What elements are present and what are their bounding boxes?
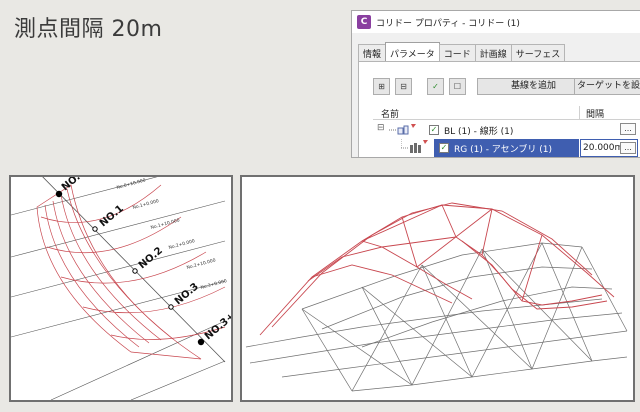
tree-collapse-icon[interactable]: ⊟: [377, 123, 385, 133]
mesh-line: [411, 248, 483, 386]
corridor-edge: [521, 234, 543, 302]
corridor-edge: [307, 246, 473, 300]
tab-surfaces[interactable]: サーフェス: [510, 44, 566, 61]
mesh-line: [301, 242, 583, 310]
corridor-edge: [441, 204, 457, 238]
baseline-checkbox[interactable]: ✓: [429, 125, 439, 135]
collapse-all-button[interactable]: ⊟: [395, 78, 412, 95]
corridor-edge: [311, 264, 453, 304]
tab-feature-lines[interactable]: 計画線: [474, 44, 512, 61]
station-point[interactable]: [132, 268, 138, 274]
uncheck-all-button[interactable]: ☐: [449, 78, 466, 95]
region-more-button[interactable]: ...: [620, 142, 636, 154]
station-point[interactable]: [168, 304, 174, 310]
alignment-line: [130, 360, 226, 400]
button-divider: [574, 79, 575, 94]
mesh-line: [301, 308, 353, 392]
baseline-name: BL (1) - 線形 (1): [444, 127, 514, 137]
corridor-properties-dialog: C コリドー プロパティ - コリドー (1) 情報 パラメータ コード 計画線…: [351, 10, 640, 158]
corridor-wireframe: [259, 202, 615, 336]
mesh-line: [245, 298, 603, 348]
expand-all-button[interactable]: ⊞: [373, 78, 390, 95]
tab-parameters[interactable]: パラメータ: [385, 42, 440, 61]
dialog-title: コリドー プロパティ - コリドー (1): [376, 19, 520, 29]
add-baseline-button[interactable]: 基線を追加 ターゲットを設定: [477, 78, 640, 95]
model-view-panel: [240, 175, 635, 402]
corridor-edge: [455, 236, 603, 306]
grid-header: 名前 間隔: [373, 106, 640, 120]
page-title: 測点間隔 20m: [14, 17, 163, 42]
station-label: NO.0: [60, 177, 88, 193]
checkbox-empty-icon: ☐: [453, 82, 462, 91]
model-view-drawing: [245, 202, 628, 392]
tab-codes[interactable]: コード: [438, 44, 476, 61]
station-label: NO.3: [173, 281, 201, 307]
add-baseline-label: 基線を追加: [511, 81, 557, 91]
mesh-line: [481, 248, 533, 370]
region-name: RG (1) - アセンブリ (1): [454, 145, 552, 155]
tab-info[interactable]: 情報: [358, 44, 387, 61]
tab-bar: 情報 パラメータ コード 計画線 サーフェス: [358, 42, 566, 61]
station-label: NO.1: [98, 203, 126, 229]
baseline-more-button[interactable]: ...: [620, 123, 636, 135]
station-label: NO.3+: [203, 311, 231, 342]
station-point[interactable]: [197, 338, 205, 346]
offset-label: No.2+0.000: [168, 238, 196, 251]
app-icon: C: [357, 15, 371, 29]
interval-value: 20.000m: [583, 143, 624, 153]
surface-mesh: [245, 242, 628, 392]
offset-label: No.3+0.000: [200, 278, 228, 291]
offset-label: No.2+10.000: [186, 257, 217, 271]
mesh-line: [421, 264, 473, 378]
collapse-icon: ⊟: [400, 82, 407, 91]
mesh-line: [471, 242, 543, 378]
baseline-icon: [389, 124, 416, 135]
corridor-edge: [361, 240, 383, 248]
expand-icon: ⊞: [378, 82, 385, 91]
column-interval[interactable]: 間隔: [586, 107, 604, 120]
column-name[interactable]: 名前: [381, 107, 399, 120]
plan-view-drawing: NO.0 NO.1 NO.2 NO.3 NO.3+ No.0+10.000 No…: [11, 177, 231, 400]
parameters-pane: ⊞ ⊟ ✓ ☐ 基線を追加 ターゲットを設定 名前 間隔 ⊟ ✓ BL (1) …: [358, 61, 640, 157]
dialog-title-bar[interactable]: C コリドー プロパティ - コリドー (1): [352, 11, 640, 33]
mesh-line: [481, 248, 593, 362]
corridor-edge: [361, 204, 443, 242]
station-markers: [55, 190, 205, 346]
grid-row-baseline[interactable]: ⊟ ✓ BL (1) - 線形 (1) ...: [373, 122, 640, 138]
plan-view-panel: NO.0 NO.1 NO.2 NO.3 NO.3+ No.0+10.000 No…: [9, 175, 233, 402]
corridor-line: [82, 286, 226, 314]
station-label: NO.2: [137, 245, 165, 271]
mesh-line: [361, 286, 413, 386]
corridor-edge: [416, 208, 493, 268]
assembly-icon: [401, 139, 428, 153]
mesh-line: [301, 308, 413, 386]
offset-label: No.0+10.000: [116, 177, 147, 191]
column-divider[interactable]: [579, 106, 580, 120]
offset-label: No.1+0.000: [132, 198, 160, 211]
region-checkbox[interactable]: ✓: [439, 143, 449, 153]
check-all-button[interactable]: ✓: [427, 78, 444, 95]
checkbox-checked-icon: ✓: [432, 82, 439, 91]
set-target-button[interactable]: ターゲットを設定: [577, 79, 640, 94]
alignment-line: [50, 320, 226, 400]
station-point[interactable]: [92, 226, 98, 232]
station-point[interactable]: [55, 190, 63, 198]
grid-row-region[interactable]: ✓ RG (1) - アセンブリ (1) 20.000m ...: [373, 139, 640, 157]
corridor-edge: [259, 204, 615, 336]
